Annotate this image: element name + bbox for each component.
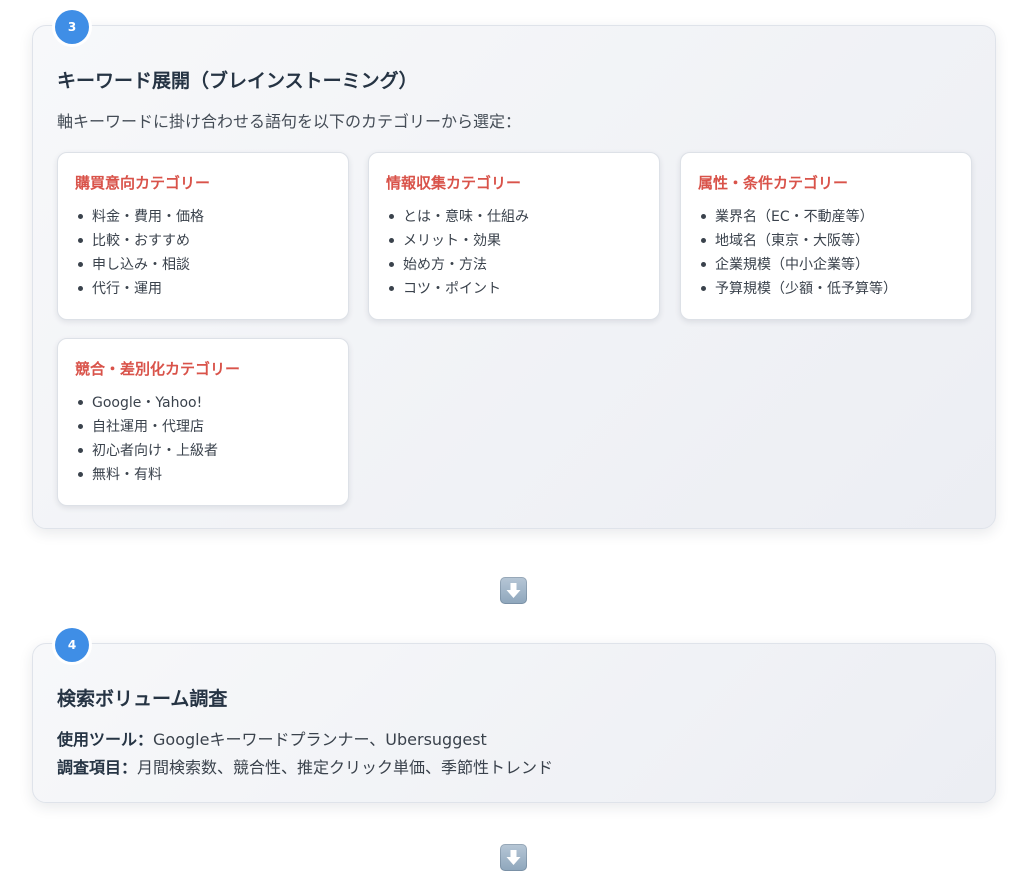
list-item: 比較・おすすめ <box>78 229 204 253</box>
list-item: 自社運用・代理店 <box>78 415 218 439</box>
list-item-text: メリット・効果 <box>403 233 501 249</box>
list-item-text: 料金・費用・価格 <box>92 209 204 225</box>
step-number-badge: 4 <box>55 628 89 662</box>
list-item-text: 申し込み・相談 <box>92 257 190 273</box>
list-item-text: 代行・運用 <box>92 281 162 297</box>
list-item-text: 自社運用・代理店 <box>92 419 204 435</box>
tools-line: 使用ツール：Googleキーワードプランナー、Ubersuggest <box>57 726 487 750</box>
category-list: 業界名（EC・不動産等） 地域名（東京・大阪等） 企業規模（中小企業等） 予算規… <box>701 205 897 301</box>
list-item: 業界名（EC・不動産等） <box>701 205 897 229</box>
list-item-text: 比較・おすすめ <box>92 233 190 249</box>
list-item: 料金・費用・価格 <box>78 205 204 229</box>
step-title: キーワード展開（ブレインストーミング） <box>57 70 418 92</box>
bullet-icon <box>78 261 83 267</box>
category-title: 情報収集カテゴリー <box>386 174 522 192</box>
bullet-icon <box>78 213 83 219</box>
list-item-text: 予算規模（少額・低予算等） <box>715 281 897 297</box>
list-item: 地域名（東京・大阪等） <box>701 229 897 253</box>
bullet-icon <box>701 285 706 291</box>
list-item-text: 無料・有料 <box>92 467 162 483</box>
tools-label: 使用ツール： <box>57 730 154 749</box>
bullet-icon <box>389 213 394 219</box>
list-item: とは・意味・仕組み <box>389 205 529 229</box>
list-item: 初心者向け・上級者 <box>78 439 218 463</box>
bullet-icon <box>701 237 706 243</box>
bullet-icon <box>78 423 83 429</box>
survey-items-line: 調査項目：月間検索数、競合性、推定クリック単価、季節性トレンド <box>57 754 553 778</box>
page: 3 キーワード展開（ブレインストーミング） 軸キーワードに掛け合わせる語句を以下… <box>0 0 1024 880</box>
arrow-down-icon <box>500 577 527 604</box>
category-title: 購買意向カテゴリー <box>75 174 211 192</box>
category-card-information: 情報収集カテゴリー とは・意味・仕組み メリット・効果 始め方・方法 コツ・ポイ… <box>368 152 660 320</box>
step-3-card: 3 キーワード展開（ブレインストーミング） 軸キーワードに掛け合わせる語句を以下… <box>32 10 996 529</box>
list-item-text: コツ・ポイント <box>403 281 501 297</box>
bullet-icon <box>389 237 394 243</box>
survey-items-value: 月間検索数、競合性、推定クリック単価、季節性トレンド <box>137 758 554 777</box>
category-title: 属性・条件カテゴリー <box>698 174 849 192</box>
category-card-purchase: 購買意向カテゴリー 料金・費用・価格 比較・おすすめ 申し込み・相談 代行・運用 <box>57 152 349 320</box>
list-item-text: 業界名（EC・不動産等） <box>715 209 874 225</box>
list-item: 始め方・方法 <box>389 253 529 277</box>
bullet-icon <box>701 261 706 267</box>
list-item-text: 初心者向け・上級者 <box>92 443 218 459</box>
bullet-icon <box>701 213 706 219</box>
step-number-badge: 3 <box>55 10 89 44</box>
bullet-icon <box>78 471 83 477</box>
step-4-card: 4 検索ボリューム調査 使用ツール：Googleキーワードプランナー、Ubers… <box>32 628 996 803</box>
list-item: 無料・有料 <box>78 463 218 487</box>
category-title: 競合・差別化カテゴリー <box>75 360 241 378</box>
step-title: 検索ボリューム調査 <box>57 688 228 710</box>
list-item-text: 地域名（東京・大阪等） <box>715 233 869 249</box>
bullet-icon <box>389 261 394 267</box>
list-item: 申し込み・相談 <box>78 253 204 277</box>
list-item: 企業規模（中小企業等） <box>701 253 897 277</box>
bullet-icon <box>78 285 83 291</box>
category-card-competition: 競合・差別化カテゴリー Google・Yahoo! 自社運用・代理店 初心者向け… <box>57 338 349 506</box>
list-item-text: Google・Yahoo! <box>92 395 203 411</box>
list-item-text: とは・意味・仕組み <box>403 209 529 225</box>
category-list: Google・Yahoo! 自社運用・代理店 初心者向け・上級者 無料・有料 <box>78 391 218 487</box>
list-item: 代行・運用 <box>78 277 204 301</box>
list-item-text: 企業規模（中小企業等） <box>715 257 869 273</box>
bullet-icon <box>78 399 83 405</box>
arrow-down-icon <box>500 844 527 871</box>
survey-items-label: 調査項目： <box>57 758 138 777</box>
list-item: Google・Yahoo! <box>78 391 218 415</box>
step-description: 軸キーワードに掛け合わせる語句を以下のカテゴリーから選定： <box>57 112 522 131</box>
bullet-icon <box>389 285 394 291</box>
bullet-icon <box>78 447 83 453</box>
category-card-attributes: 属性・条件カテゴリー 業界名（EC・不動産等） 地域名（東京・大阪等） 企業規模… <box>680 152 972 320</box>
list-item-text: 始め方・方法 <box>403 257 487 273</box>
bullet-icon <box>78 237 83 243</box>
category-list: とは・意味・仕組み メリット・効果 始め方・方法 コツ・ポイント <box>389 205 529 301</box>
list-item: コツ・ポイント <box>389 277 529 301</box>
tools-value: Googleキーワードプランナー、Ubersuggest <box>153 730 487 749</box>
list-item: メリット・効果 <box>389 229 529 253</box>
list-item: 予算規模（少額・低予算等） <box>701 277 897 301</box>
category-list: 料金・費用・価格 比較・おすすめ 申し込み・相談 代行・運用 <box>78 205 204 301</box>
